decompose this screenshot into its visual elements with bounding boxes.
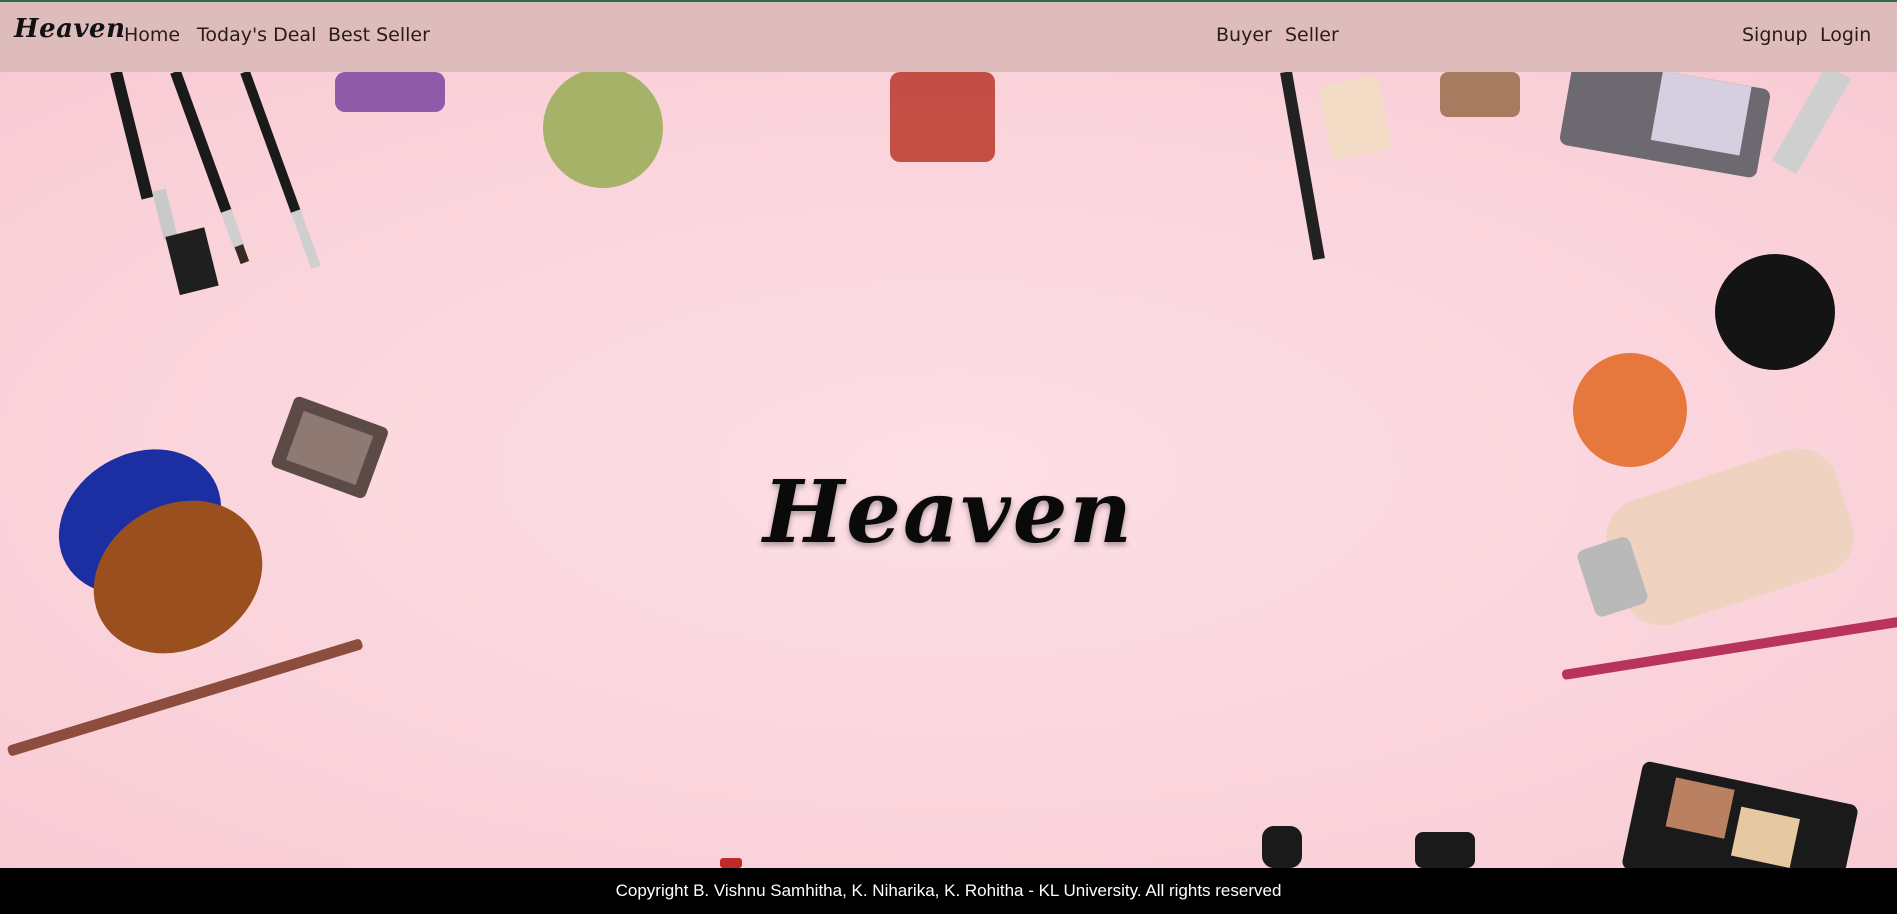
purple-pot — [335, 72, 445, 112]
red-cap — [720, 858, 742, 868]
black-cap — [1262, 826, 1302, 868]
green-eyeshadow — [543, 72, 663, 188]
nav-link-home[interactable]: Home — [124, 24, 180, 46]
brush-left-1 — [110, 72, 219, 296]
brush-left-3 — [240, 72, 321, 270]
orange-eyeshadow — [1573, 353, 1687, 467]
red-lipgloss — [890, 72, 995, 162]
hero-title: Heaven — [763, 462, 1134, 563]
nav-link-signup[interactable]: Signup — [1742, 24, 1808, 46]
brand-logo[interactable]: Heaven — [14, 14, 126, 44]
footer-copyright: Copyright B. Vishnu Samhitha, K. Niharik… — [615, 881, 1282, 900]
footer: Copyright B. Vishnu Samhitha, K. Niharik… — [0, 868, 1897, 914]
pink-pencil — [1562, 614, 1897, 680]
nav-link-seller[interactable]: Seller — [1285, 24, 1339, 46]
bronze-compact — [1440, 72, 1520, 117]
beige-sponge — [1319, 75, 1392, 160]
black-tube — [1415, 832, 1475, 868]
navbar: Heaven Home Today's Deal Best Seller Buy… — [0, 2, 1897, 72]
nav-link-buyer[interactable]: Buyer — [1216, 24, 1272, 46]
nav-link-login[interactable]: Login — [1820, 24, 1871, 46]
nav-link-best-seller[interactable]: Best Seller — [328, 24, 430, 46]
mascara-wand — [1280, 72, 1325, 261]
nav-link-todays-deal[interactable]: Today's Deal — [197, 24, 316, 46]
hero-banner: Heaven — [0, 72, 1897, 868]
brown-pencil — [7, 639, 363, 756]
